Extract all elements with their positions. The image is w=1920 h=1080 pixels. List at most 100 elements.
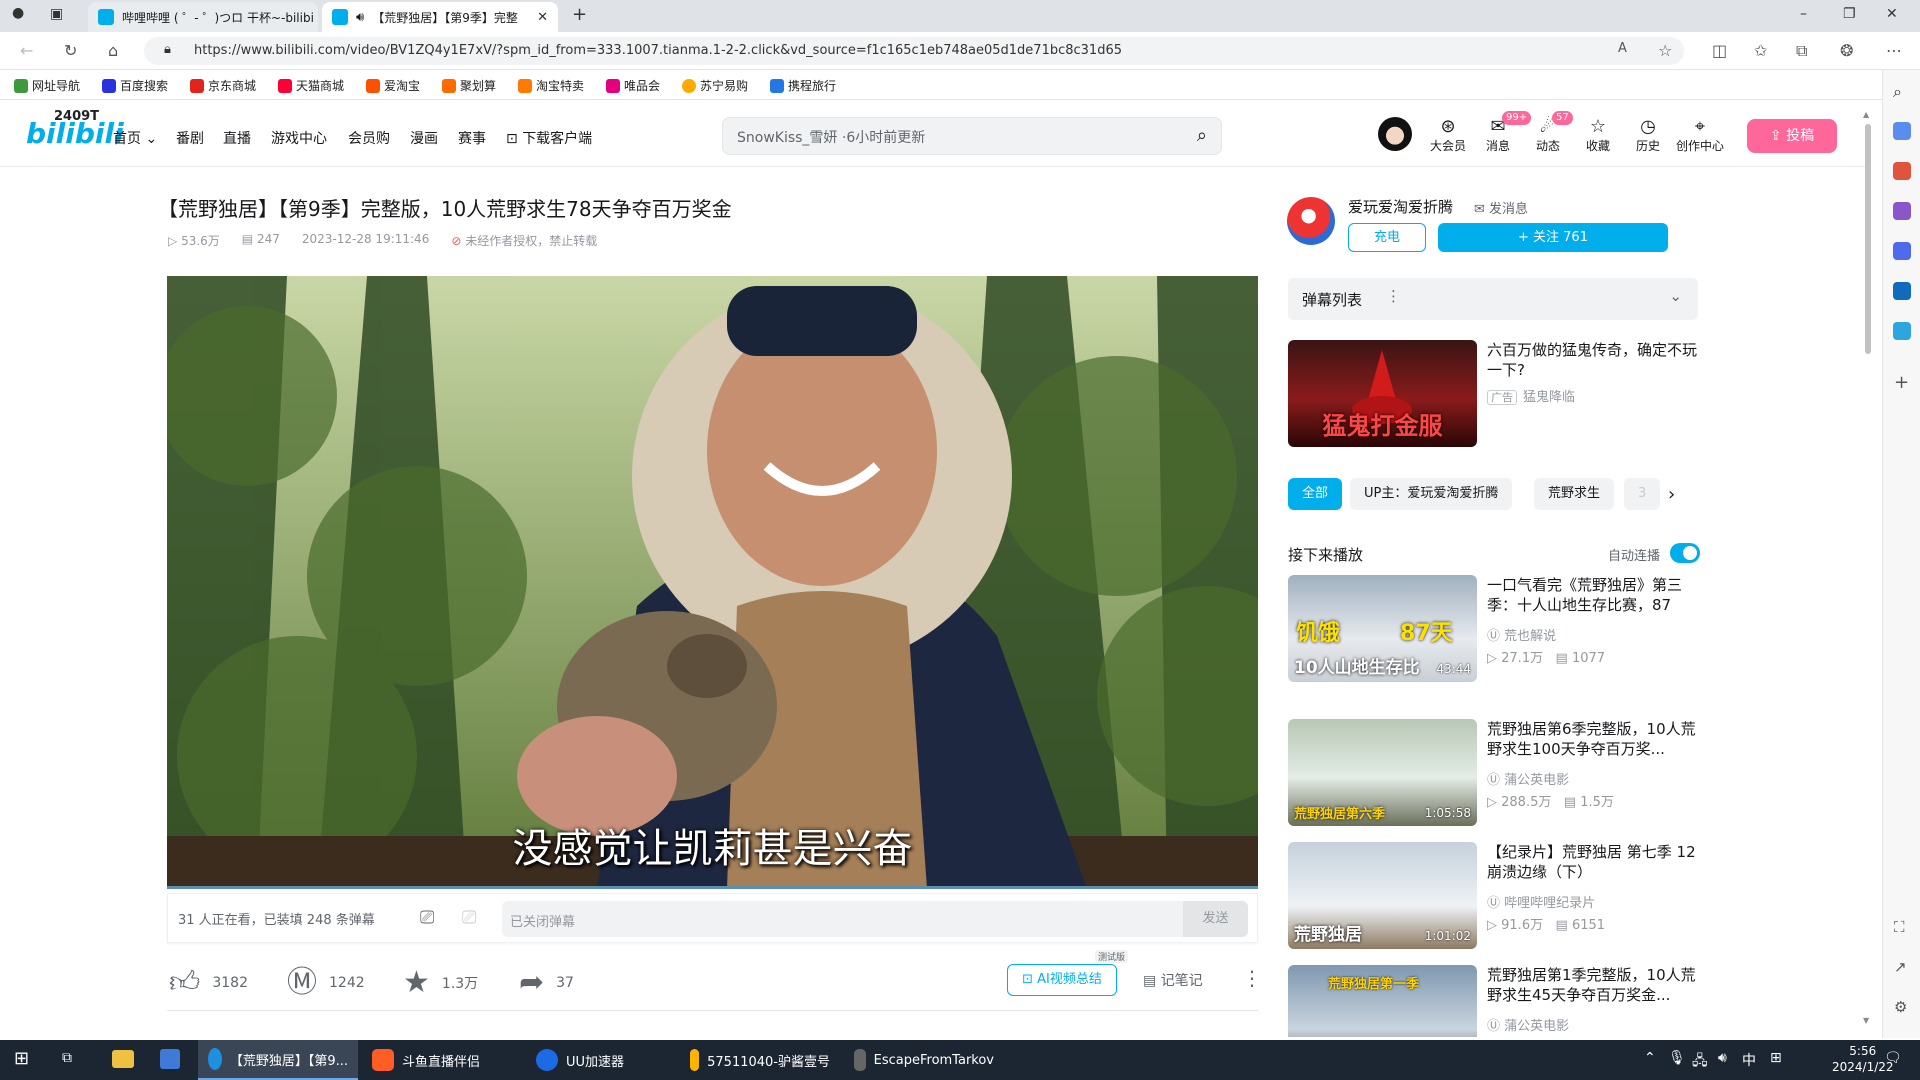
taskbar-item-douyu[interactable]: 斗鱼直播伴侣 [362, 1040, 522, 1080]
games-icon[interactable] [1893, 202, 1911, 220]
bookmark-item[interactable]: 天猫商城 [278, 77, 344, 94]
office-icon[interactable] [1893, 242, 1911, 260]
more-menu-icon[interactable]: ⋯ [1886, 41, 1902, 60]
page-scrollbar[interactable]: ▲ ▼ [1862, 110, 1872, 1028]
header-messages[interactable]: ✉ 99+ 消息 [1478, 111, 1532, 154]
nav-home[interactable]: 首页 ⌄ [113, 128, 157, 148]
danmaku-toggle-icon[interactable]: ⎚ [420, 907, 434, 928]
windows-start-icon[interactable]: ⊞ [14, 1048, 29, 1069]
speaker-icon[interactable]: 🔊︎ [356, 10, 364, 25]
external-link-icon[interactable]: ↗ [1894, 958, 1907, 976]
restore-button[interactable]: ❐ [1843, 6, 1856, 22]
add-icon[interactable]: + [1894, 372, 1909, 393]
bookmark-item[interactable]: 百度搜索 [102, 77, 168, 94]
split-screen-icon[interactable]: ◫ [1712, 41, 1727, 60]
file-explorer-icon[interactable] [112, 1050, 134, 1068]
tab-video-active[interactable]: 🔊︎ 【荒野独居】【第9季】完整 ✕ [322, 2, 558, 32]
outlook-icon[interactable] [1893, 282, 1911, 300]
search-input[interactable]: SnowKiss_雪妍 ·6小时前更新 ⌕ [722, 117, 1222, 155]
follow-button[interactable]: + 关注 761 [1438, 223, 1668, 252]
like-button[interactable]: 👍︎ 3182 [169, 968, 248, 998]
store-icon[interactable] [160, 1049, 180, 1069]
tag-all[interactable]: 全部 [1288, 478, 1343, 510]
bilibili-logo[interactable]: bilibili 2409T [26, 109, 124, 150]
charge-button[interactable]: 充电 [1348, 223, 1426, 252]
upload-button[interactable]: ⇪ 投稿 [1747, 119, 1837, 153]
search-icon[interactable]: ⌕ [1893, 82, 1902, 102]
copilot-icon[interactable] [1893, 122, 1911, 140]
send-danmaku-button[interactable]: 发送 [1183, 901, 1248, 937]
taskbar-item-chat[interactable]: 57511040-驴酱壹号 [680, 1040, 840, 1080]
refresh-icon[interactable]: ↻ [64, 41, 77, 60]
nav-live[interactable]: 直播 [223, 128, 251, 148]
profile-icon[interactable]: ● [12, 5, 24, 21]
more-options-icon[interactable]: ⋮ [1386, 287, 1401, 305]
danmaku-input[interactable]: 已关闭弹幕 [502, 901, 1248, 937]
nav-vip-shop[interactable]: 会员购 [348, 128, 390, 148]
header-dynamics[interactable]: ☄ 57 动态 [1528, 111, 1573, 154]
favorite-star-icon[interactable]: ☆ [1658, 41, 1672, 60]
danmaku-list-header[interactable]: 弹幕列表 ⋮ ⌄ [1288, 278, 1698, 320]
scroll-down-icon[interactable]: ▼ [1863, 1016, 1869, 1025]
close-window-button[interactable]: ✕ [1886, 6, 1898, 22]
bookmark-item[interactable]: 苏宁易购 [682, 77, 748, 94]
user-avatar[interactable] [1378, 117, 1412, 151]
home-icon[interactable]: ⌂ [108, 41, 118, 60]
extensions-icon[interactable]: ❂ [1840, 41, 1853, 60]
nav-download-client[interactable]: ⊡ 下载客户端 [506, 128, 592, 148]
favorite-button[interactable]: ★ 1.3万 [403, 968, 478, 998]
danmaku-settings-icon[interactable]: ⎚ [462, 907, 476, 928]
tab-actions-icon[interactable]: ▣ [50, 6, 63, 22]
search-icon[interactable]: ⌕ [1197, 125, 1207, 146]
task-view-icon[interactable]: ⧉ [62, 1050, 72, 1066]
recommendation-item[interactable]: 饥饿 87天 10人山地生存比 43:44 一口气看完《荒野独居》第三季：十人山… [1288, 575, 1698, 683]
taskbar-item-uu[interactable]: UU加速器 [526, 1040, 676, 1080]
lock-icon[interactable]: 🔒︎ [164, 42, 171, 57]
tag-uploader[interactable]: UP主：爱玩爱淘爱折腾 [1350, 478, 1513, 510]
read-aloud-icon[interactable]: A [1618, 41, 1627, 56]
send-icon[interactable] [1893, 322, 1911, 340]
volume-icon[interactable]: 🔊︎ [1718, 1050, 1727, 1066]
coin-button[interactable]: Ⓜ 1242 [287, 968, 365, 998]
microphone-icon[interactable]: 🎙︎ [1668, 1050, 1686, 1066]
taskbar-item-browser[interactable]: 【荒野独居】【第9... [198, 1040, 358, 1080]
settings-icon[interactable]: ⚙ [1894, 998, 1907, 1016]
back-icon[interactable]: ← [20, 41, 33, 60]
bookmark-item[interactable]: 聚划算 [442, 77, 496, 94]
bookmark-item[interactable]: 携程旅行 [770, 77, 836, 94]
share-button[interactable]: ➦ 37 [519, 968, 574, 998]
tag-wilderness[interactable]: 荒野求生 [1534, 478, 1615, 510]
new-tab-button[interactable]: + [572, 4, 587, 25]
recommendation-item[interactable]: 荒野独居第六季 1:05:58 荒野独居第6季完整版，10人荒野求生100天争夺… [1288, 719, 1698, 827]
notes-button[interactable]: ▤ 记笔记 [1143, 970, 1203, 990]
network-icon[interactable]: 🖧︎ [1692, 1050, 1708, 1074]
ai-summary-button[interactable]: ⊡ AI视频总结 [1007, 964, 1117, 996]
ad-card[interactable]: 猛鬼打金服 六百万做的猛鬼传奇，确定不玩一下? 广告 猛鬼降临 [1288, 340, 1698, 448]
header-history[interactable]: ◷ 历史 [1628, 117, 1668, 154]
scroll-up-icon[interactable]: ▲ [1863, 110, 1869, 119]
notifications-icon[interactable]: 🗨︎ [1884, 1050, 1902, 1066]
tray-overflow-icon[interactable]: ⌃ [1644, 1050, 1656, 1066]
nav-game-center[interactable]: 游戏中心 [271, 128, 327, 148]
bookmark-item[interactable]: 唯品会 [606, 77, 660, 94]
header-vip[interactable]: ⊛ 大会员 [1428, 117, 1468, 154]
taskbar-item-tarkov[interactable]: EscapeFromTarkov [844, 1040, 1004, 1080]
minimize-button[interactable]: – [1800, 6, 1807, 22]
header-creator-center[interactable]: ⌖ 创作中心 [1676, 117, 1724, 154]
bookmark-item[interactable]: 淘宝特卖 [518, 77, 584, 94]
collections-icon[interactable]: ⧉ [1796, 41, 1807, 61]
nav-esports[interactable]: 赛事 [458, 128, 486, 148]
ime-indicator[interactable]: 中 [1742, 1050, 1756, 1070]
header-favorites[interactable]: ☆ 收藏 [1578, 117, 1618, 154]
autoplay-toggle[interactable] [1670, 543, 1700, 563]
chevron-right-icon[interactable]: › [1668, 484, 1675, 505]
chevron-down-icon[interactable]: ⌄ [1669, 287, 1682, 305]
close-tab-icon[interactable]: ✕ [537, 10, 548, 25]
recommendation-item[interactable]: 荒野独居第一季 荒野独居第1季完整版，10人荒野求生45天争夺百万奖金... Ⓤ… [1288, 965, 1698, 1037]
uploader-avatar[interactable] [1287, 197, 1335, 245]
bookmark-item[interactable]: 网址导航 [14, 77, 80, 94]
send-message-link[interactable]: ✉ 发消息 [1474, 198, 1528, 217]
favorites-icon[interactable]: ✩ [1754, 41, 1767, 60]
video-player[interactable]: 没感觉让凯莉甚是兴奋 [167, 276, 1258, 889]
tools-icon[interactable] [1893, 162, 1911, 180]
